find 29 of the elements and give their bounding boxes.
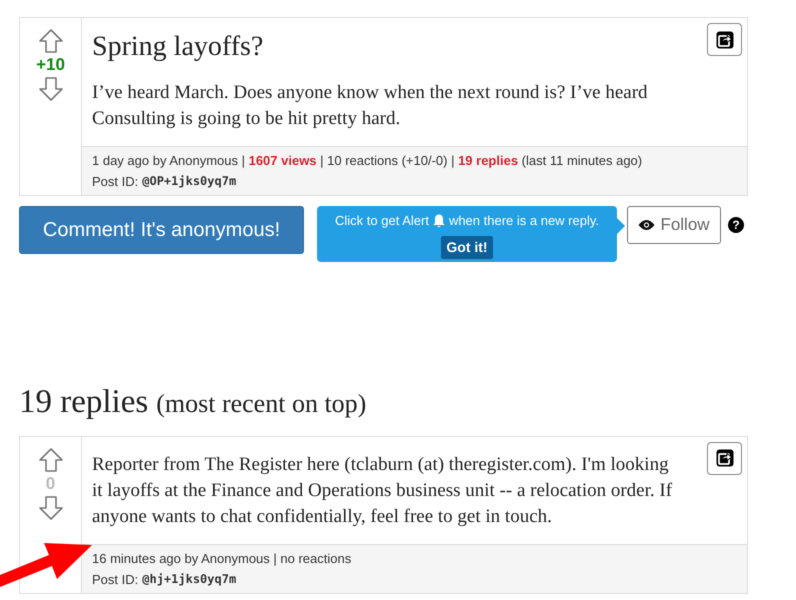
share-button[interactable] (707, 23, 742, 56)
post-id-label: Post ID: (92, 173, 138, 191)
downvote-icon[interactable] (38, 494, 64, 520)
replies-heading: 19 replies (19, 383, 148, 422)
replies-note: (most recent on top) (156, 388, 366, 420)
vote-score: +10 (36, 54, 65, 76)
post-id-label: Post ID: (92, 570, 138, 588)
post-title: Spring layoffs? (92, 30, 264, 64)
share-icon (714, 448, 734, 468)
upvote-icon[interactable] (38, 446, 64, 472)
comment-button[interactable]: Comment! It's anonymous! (19, 206, 304, 254)
post-body: Reporter from The Register here (tclaburn (at) theregister.com). I'm looking it layoffs at the Finance and Operations business unit -- a relocation order. If anyone wants to chat confidentially, feel free to get in touch. (92, 452, 674, 528)
share-button[interactable] (707, 442, 742, 474)
post-meta: 16 minutes ago by Anonymous | no reactions (92, 550, 352, 568)
downvote-icon[interactable] (38, 76, 64, 102)
post-meta: 1 day ago by Anonymous | 1607 views | 10 reactions (+10/-0) | 19 replies (last 11 minutes ago) (92, 152, 644, 170)
tooltip-text: Click to get Alert (335, 212, 429, 230)
vote-score: 0 (46, 472, 56, 494)
post-id: @hj+1jks0yq7m (142, 570, 236, 588)
tooltip-text: when there is a new reply. (448, 212, 599, 230)
share-icon (714, 30, 734, 50)
eye-icon (638, 219, 656, 231)
bell-icon (432, 214, 445, 228)
follow-button[interactable]: Follow (627, 206, 721, 244)
post-body: I’ve heard March. Does anyone know when the next round is? I’ve heard Consulting is going to be hit pretty hard. (92, 81, 649, 131)
got-it-button[interactable]: Got it! (441, 236, 493, 258)
help-icon[interactable]: ? (728, 217, 744, 233)
upvote-icon[interactable] (38, 28, 64, 54)
post-id: @OP+1jks0yq7m (142, 173, 236, 190)
